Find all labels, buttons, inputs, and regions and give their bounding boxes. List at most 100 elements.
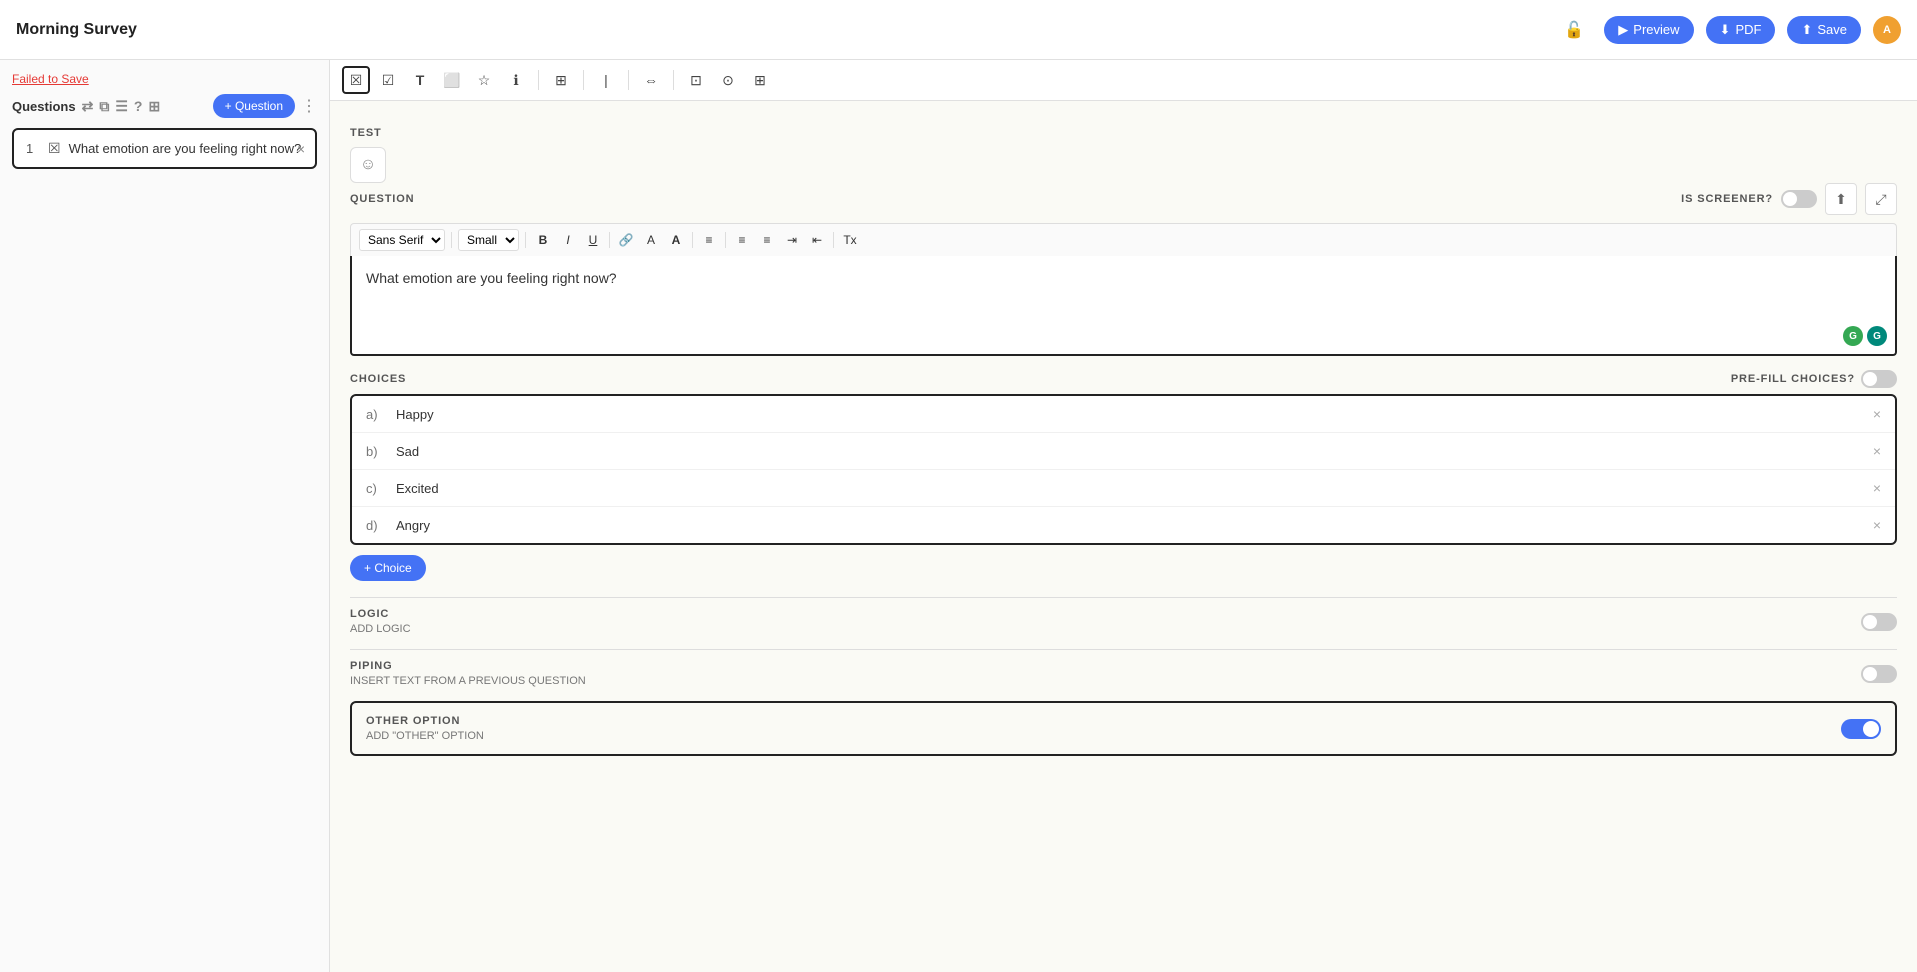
font-sep-2 (525, 232, 526, 248)
logic-sublabel: ADD LOGIC (350, 623, 411, 635)
choices-section: CHOICES PRE-FILL CHOICES? a) × b) (350, 370, 1897, 581)
toolbar-sep-1 (538, 70, 539, 90)
choices-label: CHOICES (350, 373, 406, 385)
italic-button[interactable]: I (557, 229, 579, 251)
toolbar-layout-icon[interactable]: ⊞ (547, 66, 575, 94)
logic-label: LOGIC (350, 608, 411, 620)
indent-button[interactable]: ⇥ (781, 229, 803, 251)
choice-remove-b[interactable]: × (1873, 443, 1881, 459)
sort-icon[interactable]: ⇄ (82, 98, 94, 115)
add-question-button[interactable]: + Question (213, 94, 295, 118)
main-layout: Failed to Save Questions ⇄ ⧉ ☰ ? ⊞ + Que… (0, 60, 1917, 972)
grammarly-icons: G G (1843, 326, 1887, 346)
upload-button[interactable]: ⬆ (1825, 183, 1857, 215)
font-size-select[interactable]: Small (458, 229, 519, 251)
editor-toolbar: ☒ ☑ T ⬜ ☆ ℹ ⊞ | ⇔ ⊡ ⊙ ⊞ (330, 60, 1917, 101)
other-option-box: OTHER OPTION ADD "OTHER" OPTION (350, 701, 1897, 756)
choice-letter-b: b) (366, 444, 386, 459)
preview-icon: ▶ (1618, 22, 1628, 38)
choice-remove-a[interactable]: × (1873, 406, 1881, 422)
bold-button[interactable]: B (532, 229, 554, 251)
rt-sep-2 (692, 232, 693, 248)
test-smiley-button[interactable]: ☺ (350, 147, 386, 183)
choice-input-b[interactable] (396, 444, 1863, 459)
toolbar-star-icon[interactable]: ☆ (470, 66, 498, 94)
prefill-row: PRE-FILL CHOICES? (1731, 370, 1897, 388)
questions-header: Questions ⇄ ⧉ ☰ ? ⊞ + Question ⋮ (12, 94, 317, 118)
toolbar-frame-icon[interactable]: ⊡ (682, 66, 710, 94)
numbered-list-button[interactable]: ≡ (756, 229, 778, 251)
prefill-toggle[interactable] (1861, 370, 1897, 388)
choice-remove-c[interactable]: × (1873, 480, 1881, 496)
toolbar-checkbox-icon[interactable]: ☒ (342, 66, 370, 94)
font-family-select[interactable]: Sans Serif (359, 229, 445, 251)
toolbar-arrows-icon[interactable]: ⇔ (637, 66, 665, 94)
expand-button[interactable]: ⤢ (1865, 183, 1897, 215)
preview-button[interactable]: ▶ Preview (1604, 16, 1693, 44)
grid-icon[interactable]: ⊞ (148, 98, 160, 115)
align-button[interactable]: ≡ (698, 229, 720, 251)
highlight-button[interactable]: A (665, 229, 687, 251)
question-section: QUESTION IS SCREENER? ⬆ ⤢ Sans Serif (350, 183, 1897, 356)
right-panel: ☒ ☑ T ⬜ ☆ ℹ ⊞ | ⇔ ⊡ ⊙ ⊞ TEST ☺ (330, 60, 1917, 972)
toolbar-grid-icon[interactable]: ⊞ (746, 66, 774, 94)
question-type-icon: ☒ (48, 140, 61, 157)
toolbar-pipe-icon[interactable]: | (592, 66, 620, 94)
link-button[interactable]: 🔗 (615, 229, 637, 251)
bullet-list-button[interactable]: ≡ (731, 229, 753, 251)
toolbar-info-icon[interactable]: ℹ (502, 66, 530, 94)
smiley-icon: ☺ (360, 156, 376, 174)
choice-row-b: b) × (352, 433, 1895, 470)
underline-button[interactable]: U (582, 229, 604, 251)
font-color-button[interactable]: A (640, 229, 662, 251)
questions-label: Questions ⇄ ⧉ ☰ ? ⊞ (12, 98, 160, 115)
avatar: A (1873, 16, 1901, 44)
more-options-icon[interactable]: ⋮ (301, 96, 317, 116)
other-option-sublabel: ADD "OTHER" OPTION (366, 730, 484, 742)
question-header-row: QUESTION IS SCREENER? ⬆ ⤢ (350, 183, 1897, 215)
question-close-icon[interactable]: × (297, 141, 305, 157)
choice-input-d[interactable] (396, 518, 1863, 533)
list-icon[interactable]: ☰ (115, 98, 128, 115)
piping-toggle[interactable] (1861, 665, 1897, 683)
left-panel: Failed to Save Questions ⇄ ⧉ ☰ ? ⊞ + Que… (0, 60, 330, 972)
question-number: 1 (26, 141, 40, 156)
help-icon[interactable]: ? (134, 98, 143, 114)
is-screener-toggle[interactable] (1781, 190, 1817, 208)
choice-row-d: d) × (352, 507, 1895, 543)
failed-save-link[interactable]: Failed to Save (12, 72, 317, 86)
question-item[interactable]: 1 ☒ What emotion are you feeling right n… (12, 128, 317, 169)
toolbar-camera-icon[interactable]: ⬜ (438, 66, 466, 94)
question-section-label: QUESTION (350, 193, 415, 205)
question-textarea[interactable]: What emotion are you feeling right now? … (350, 256, 1897, 356)
survey-title: Morning Survey (16, 21, 1552, 39)
logic-toggle[interactable] (1861, 613, 1897, 631)
choices-container: a) × b) × c) × d) (350, 394, 1897, 545)
toolbar-text-icon[interactable]: T (406, 66, 434, 94)
choice-letter-d: d) (366, 518, 386, 533)
choice-input-a[interactable] (396, 407, 1863, 422)
other-option-toggle[interactable] (1841, 719, 1881, 739)
is-screener-row: IS SCREENER? ⬆ ⤢ (1681, 183, 1897, 215)
toolbar-sep-2 (583, 70, 584, 90)
question-text-preview: What emotion are you feeling right now? (69, 141, 303, 156)
copy-icon[interactable]: ⧉ (99, 98, 109, 115)
grammarly-teal-icon[interactable]: G (1867, 326, 1887, 346)
clear-format-button[interactable]: Tx (839, 229, 861, 251)
save-button[interactable]: ⬆ Save (1787, 16, 1861, 44)
toolbar-circle-icon[interactable]: ⊙ (714, 66, 742, 94)
add-choice-button[interactable]: + Choice (350, 555, 426, 581)
outdent-button[interactable]: ⇤ (806, 229, 828, 251)
grammarly-green-icon[interactable]: G (1843, 326, 1863, 346)
rt-sep-1 (609, 232, 610, 248)
choice-remove-d[interactable]: × (1873, 517, 1881, 533)
toolbar-check-icon[interactable]: ☑ (374, 66, 402, 94)
logic-header-row: LOGIC ADD LOGIC (350, 597, 1897, 635)
rich-text-toolbar: Sans Serif Small B I U 🔗 A A ≡ (350, 223, 1897, 256)
choice-letter-c: c) (366, 481, 386, 496)
pdf-button[interactable]: ⬇ PDF (1706, 16, 1776, 44)
rt-sep-3 (725, 232, 726, 248)
choice-input-c[interactable] (396, 481, 1863, 496)
piping-section: PIPING INSERT TEXT FROM A PREVIOUS QUEST… (350, 649, 1897, 687)
pdf-icon: ⬇ (1720, 22, 1731, 38)
